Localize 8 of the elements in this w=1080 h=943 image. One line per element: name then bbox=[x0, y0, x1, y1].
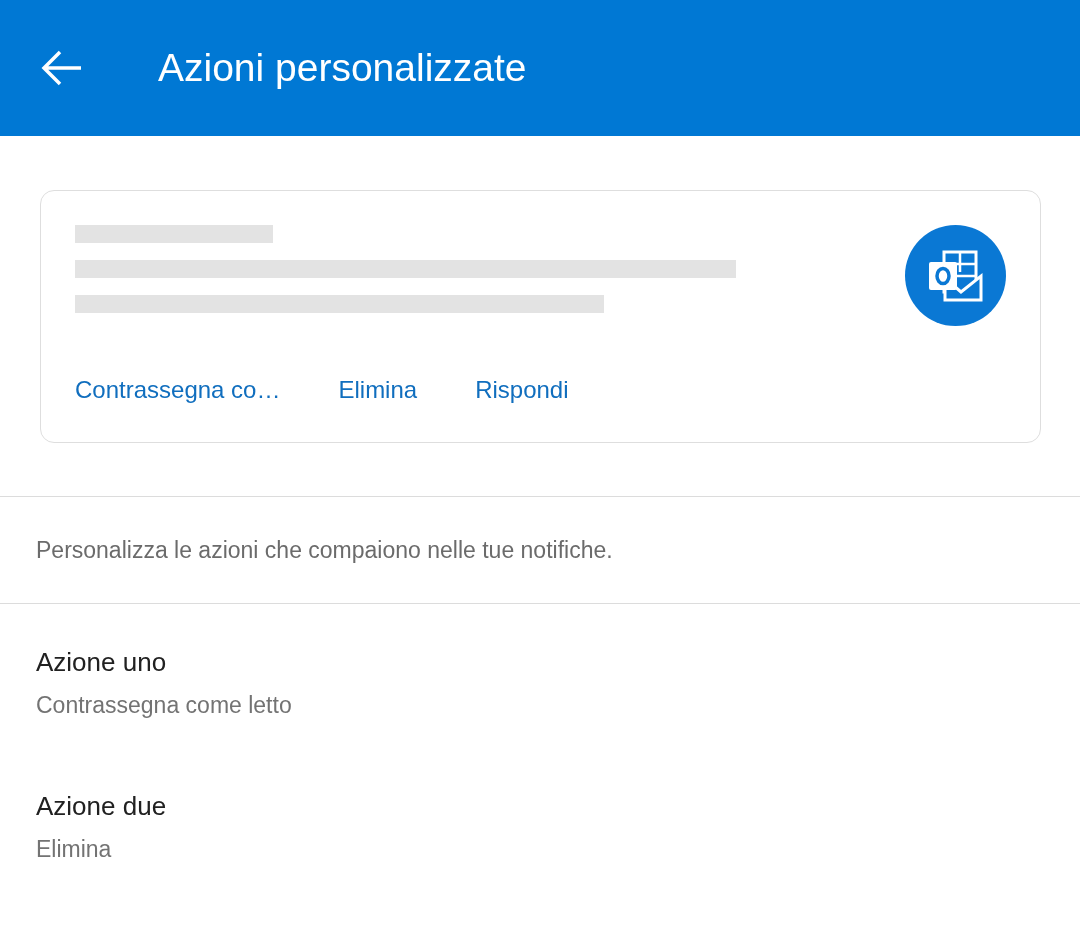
action-link[interactable]: Contrassegna co… bbox=[75, 376, 281, 404]
setting-item[interactable]: Azione due Elimina bbox=[0, 748, 1080, 892]
setting-item[interactable]: Azione uno Contrassegna come letto bbox=[0, 604, 1080, 748]
action-link[interactable]: Rispondi bbox=[475, 376, 569, 404]
description-text: Personalizza le azioni che compaiono nelle tue notifiche. bbox=[36, 536, 614, 565]
action-link[interactable]: Elimina bbox=[338, 376, 418, 404]
page-title: Azioni personalizzate bbox=[158, 46, 527, 90]
back-arrow-icon bbox=[41, 50, 83, 86]
